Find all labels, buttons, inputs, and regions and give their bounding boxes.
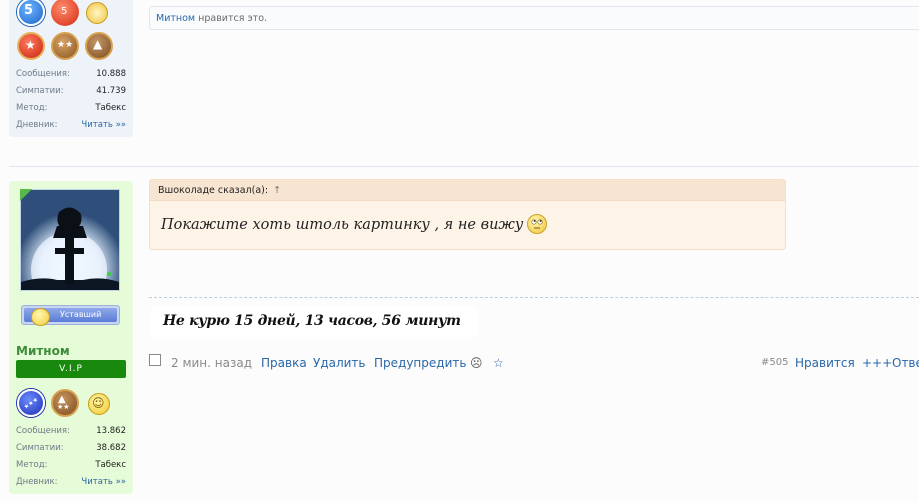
select-post-checkbox[interactable]	[149, 354, 161, 366]
signature-divider	[149, 297, 919, 298]
stat-label: Сообщения:	[16, 426, 70, 436]
stat-label: Метод:	[16, 103, 48, 113]
post-controls: 2 мин. назад Правка Удалить Предупредить…	[149, 354, 919, 372]
likes-summary: Митном нравится это.	[149, 6, 919, 30]
stat-method: Метод: Табекс	[16, 101, 126, 115]
stat-value: 41.739	[96, 86, 126, 96]
chevron-up-icon: ▲	[93, 37, 103, 51]
liker-username-link[interactable]: Митном	[156, 13, 195, 24]
post-time[interactable]: 2 мин. назад	[171, 354, 252, 372]
mood-status[interactable]: Уставший	[21, 305, 120, 326]
stat-diary: Дневник: Читать »»	[16, 475, 126, 489]
smiley-icon: ☺	[92, 396, 105, 410]
stat-messages: Сообщения: 13.862	[16, 424, 126, 438]
stat-diary: Дневник: Читать »»	[16, 118, 126, 132]
report-icon[interactable]: ☹	[470, 354, 483, 372]
badge-number: 5	[61, 6, 68, 17]
smiley-medal-icon[interactable]: ☺	[88, 393, 110, 415]
edit-link[interactable]: Правка	[261, 354, 307, 372]
user-signature: Не курю 15 дней, 13 часов, 56 минут	[151, 306, 477, 337]
avatar-online-corner	[20, 189, 32, 201]
warn-link[interactable]: Предупредить	[374, 354, 466, 372]
stat-label: Дневник:	[16, 477, 58, 487]
stat-label: Дневник:	[16, 120, 58, 130]
badge-number: 5	[24, 3, 34, 18]
stat-method: Метод: Табекс	[16, 458, 126, 472]
award-badge-tomato-icon[interactable]: 5	[51, 0, 79, 26]
award-badge-blue-icon[interactable]: 5	[17, 0, 45, 26]
diary-read-link[interactable]: Читать »»	[81, 475, 126, 489]
quote-source-arrow-icon[interactable]: ↑	[273, 185, 281, 196]
stars-icon: ★★	[57, 403, 70, 411]
like-link[interactable]: Нравится	[795, 354, 855, 372]
post-separator	[9, 166, 919, 167]
stars-icon: ★★	[57, 40, 74, 50]
rolling-eyes-smiley-icon	[527, 214, 548, 234]
stat-value: Табекс	[95, 460, 126, 470]
quote-text: Покажите хоть штоль картинку , я не вижу	[161, 214, 548, 234]
mood-status-label: Уставший	[60, 310, 102, 319]
stat-likes: Симпатии: 38.682	[16, 441, 126, 455]
stat-label: Симпатии:	[16, 443, 64, 453]
stat-likes: Симпатии: 41.739	[16, 84, 126, 98]
tired-smiley-icon	[31, 308, 50, 326]
mood-status-inner: Уставший	[24, 308, 117, 326]
avatar-image	[21, 190, 119, 290]
medal-icon[interactable]	[86, 2, 108, 24]
plus-reputation-link[interactable]: +++	[862, 354, 892, 372]
award-badge-stars-gold-icon[interactable]: ▲ ★★	[51, 389, 79, 417]
stat-value: Табекс	[95, 103, 126, 113]
award-badge-star-red-icon[interactable]: ★	[17, 32, 45, 60]
award-badge-blue-icon[interactable]: ★★★	[17, 389, 45, 417]
award-badge-stars-gold-icon[interactable]: ★★	[51, 32, 79, 60]
stat-value: 13.862	[96, 426, 126, 436]
star-icon: ★	[25, 38, 36, 52]
quote-header: Вшоколаде сказал(а): ↑	[150, 180, 785, 201]
stat-label: Симпатии:	[16, 86, 64, 96]
user-rank-badge: V.I.P	[16, 360, 126, 378]
stat-label: Метод:	[16, 460, 48, 470]
avatar[interactable]	[20, 189, 120, 291]
delete-link[interactable]: Удалить	[313, 354, 366, 372]
user-info: Уставший Митном V.I.P ★★★ ▲ ★★ ☺ Сообщен…	[9, 181, 133, 494]
badge-stamp-icon: ★★★	[22, 396, 40, 411]
username-link[interactable]: Митном	[16, 344, 70, 358]
diary-read-link[interactable]: Читать »»	[81, 118, 126, 132]
user-info-previous: 5 5 ★ ★★ ▲ Сообщения: 10.888 Симпатии: 4…	[9, 0, 133, 137]
stat-messages: Сообщения: 10.888	[16, 67, 126, 81]
post-number[interactable]: #505	[761, 354, 788, 372]
award-badge-chevron-icon[interactable]: ▲	[85, 32, 113, 60]
star-icon[interactable]: ☆	[493, 354, 504, 372]
quote-text-content: Покажите хоть штоль картинку , я не вижу	[161, 217, 524, 233]
quote-block: Вшоколаде сказал(а): ↑ Покажите хоть што…	[149, 179, 786, 250]
likes-text: нравится это.	[195, 13, 268, 24]
quote-author: Вшоколаде сказал(а):	[158, 185, 269, 196]
stat-label: Сообщения:	[16, 69, 70, 79]
stat-value: 38.682	[96, 443, 126, 453]
reply-link[interactable]: Ответ	[892, 354, 919, 372]
stat-value: 10.888	[96, 69, 126, 79]
